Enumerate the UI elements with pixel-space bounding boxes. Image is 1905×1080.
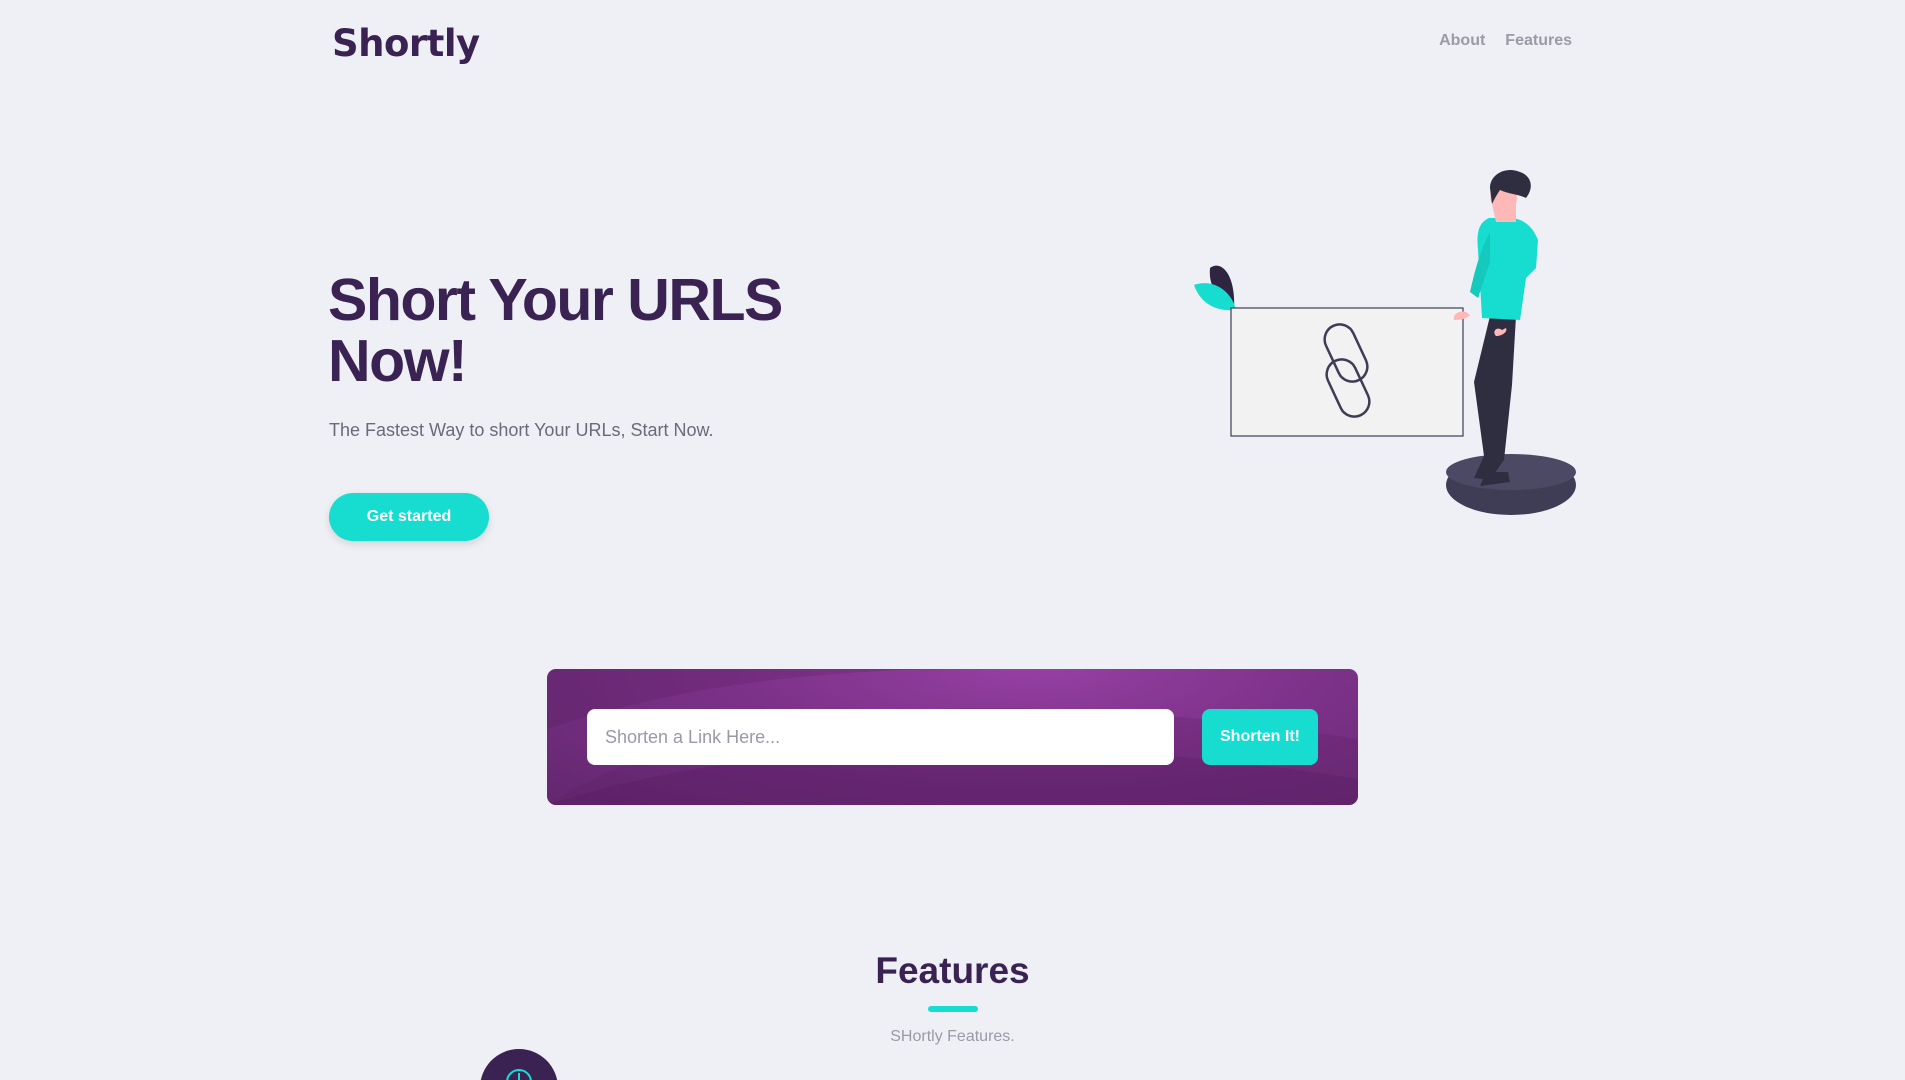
nav-link-features[interactable]: Features xyxy=(1505,32,1572,50)
top-nav: About Features xyxy=(1439,32,1572,50)
logo[interactable]: Shortly xyxy=(332,22,480,65)
features-title-underline xyxy=(928,1006,978,1012)
hero-title: Short Your URLS Now! xyxy=(328,267,783,394)
hero-subtitle: The Fastest Way to short Your URLs, Star… xyxy=(329,420,714,440)
landing-page: Shortly About Features Short Your URLS N… xyxy=(0,0,1905,1080)
hero-illustration xyxy=(1194,169,1576,515)
nav-link-about[interactable]: About xyxy=(1439,32,1485,50)
shorten-panel: Shorten It! xyxy=(547,669,1358,805)
features-subtitle: SHortly Features. xyxy=(890,1028,1015,1045)
person-figure xyxy=(1453,169,1538,486)
features-title: Features xyxy=(875,950,1030,991)
get-started-button[interactable]: Get started xyxy=(329,493,489,541)
shorten-link-input[interactable] xyxy=(587,709,1174,765)
feature-icon xyxy=(480,1049,558,1080)
shorten-it-button[interactable]: Shorten It! xyxy=(1202,709,1318,765)
